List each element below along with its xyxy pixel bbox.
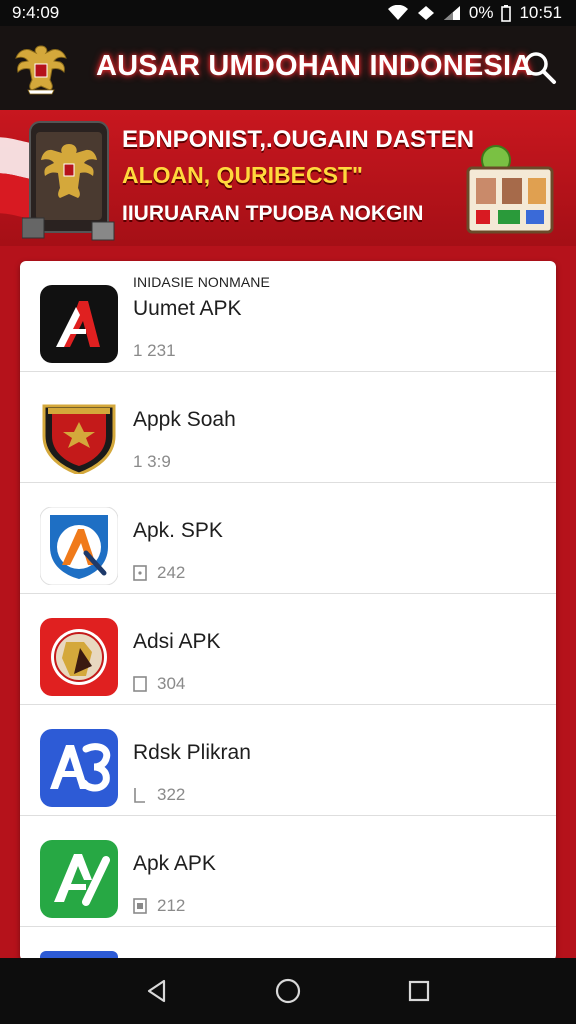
- status-clock: 10:51: [519, 3, 562, 22]
- status-icons: 0% 10:51: [387, 3, 562, 23]
- list-item[interactable]: Adsi APK 304: [20, 594, 556, 705]
- list-item[interactable]: Apk. SPK 242: [20, 483, 556, 594]
- recents-square-icon: [408, 980, 429, 1002]
- app-meta: 1 231: [133, 341, 176, 361]
- app-meta: 304: [133, 674, 185, 694]
- banner-subheadline: ALOAN, QURIBECST": [122, 162, 363, 188]
- search-button[interactable]: [522, 50, 558, 86]
- search-icon: [524, 52, 556, 84]
- file-size-icon: [133, 676, 147, 692]
- cell-signal-icon: [443, 5, 461, 21]
- app-meta: 212: [133, 896, 185, 916]
- shield-emblem-icon: [42, 404, 116, 474]
- garuda-logo-icon: [15, 45, 67, 95]
- app-name: Appk Soah: [133, 408, 236, 431]
- app-name: Apk. SPK: [133, 519, 223, 542]
- app-name: Rdsk Plikran: [133, 741, 251, 764]
- green-a-icon: [40, 840, 118, 918]
- app-meta-text: 304: [157, 674, 186, 693]
- app-name: Apk APK: [133, 852, 216, 875]
- list-item[interactable]: Apk APK 212: [20, 816, 556, 927]
- list-item[interactable]: Uumet APK 1 231: [20, 261, 556, 372]
- app-meta: 322: [133, 785, 185, 805]
- file-size-icon: [133, 565, 147, 581]
- app-list-card: INIDASIE NONMANE Uumet APK 1 231 Appk So…: [20, 261, 556, 961]
- list-item[interactable]: Rdsk Plikran 322: [20, 705, 556, 816]
- banner-tagline: IIURUARAN TPUOBA NOKGIN: [122, 202, 424, 225]
- list-item-partial[interactable]: [20, 927, 556, 961]
- blue-compass-a-icon: [40, 507, 118, 585]
- app-title: AUSAR UMDOHAN INDONESIA: [96, 50, 533, 82]
- status-bar: 9:4:09 0% 10:51: [0, 0, 576, 26]
- app-meta-text: 322: [157, 785, 186, 804]
- file-size-icon: [134, 788, 145, 803]
- red-a-icon: [40, 285, 118, 363]
- app-bar: AUSAR UMDOHAN INDONESIA: [0, 26, 576, 110]
- phone-garuda-icon: [22, 121, 115, 241]
- file-size-icon: [133, 898, 147, 914]
- signal-diamond-icon: [417, 5, 435, 21]
- app-name: Uumet APK: [133, 297, 242, 320]
- system-nav-bar: [0, 958, 576, 1024]
- app-meta-text: 242: [157, 563, 186, 582]
- status-time-left: 9:4:09: [12, 3, 60, 22]
- app-meta: 1 3:9: [133, 452, 171, 472]
- battery-text: 0%: [468, 3, 494, 22]
- wifi-icon: [387, 5, 409, 21]
- app-meta-text: 1 231: [133, 341, 176, 360]
- app-name: Adsi APK: [133, 630, 221, 653]
- battery-icon: [501, 4, 512, 22]
- app-meta: 242: [133, 563, 185, 583]
- promo-banner[interactable]: EDNPONIST,.OUGAIN DASTEN ALOAN, QURIBECS…: [0, 110, 576, 246]
- red-garuda-emblem-icon: [40, 618, 118, 696]
- recents-button[interactable]: [402, 974, 436, 1008]
- app-meta-text: 1 3:9: [133, 452, 171, 471]
- back-button[interactable]: [140, 974, 174, 1008]
- list-item[interactable]: Appk Soah 1 3:9: [20, 372, 556, 483]
- blue-a3-icon: [40, 729, 118, 807]
- banner-headline: EDNPONIST,.OUGAIN DASTEN: [122, 126, 475, 153]
- photo-board-icon: [466, 145, 554, 234]
- home-circle-icon: [275, 978, 301, 1004]
- back-triangle-icon: [148, 979, 166, 1003]
- home-button[interactable]: [271, 974, 305, 1008]
- app-meta-text: 212: [157, 896, 186, 915]
